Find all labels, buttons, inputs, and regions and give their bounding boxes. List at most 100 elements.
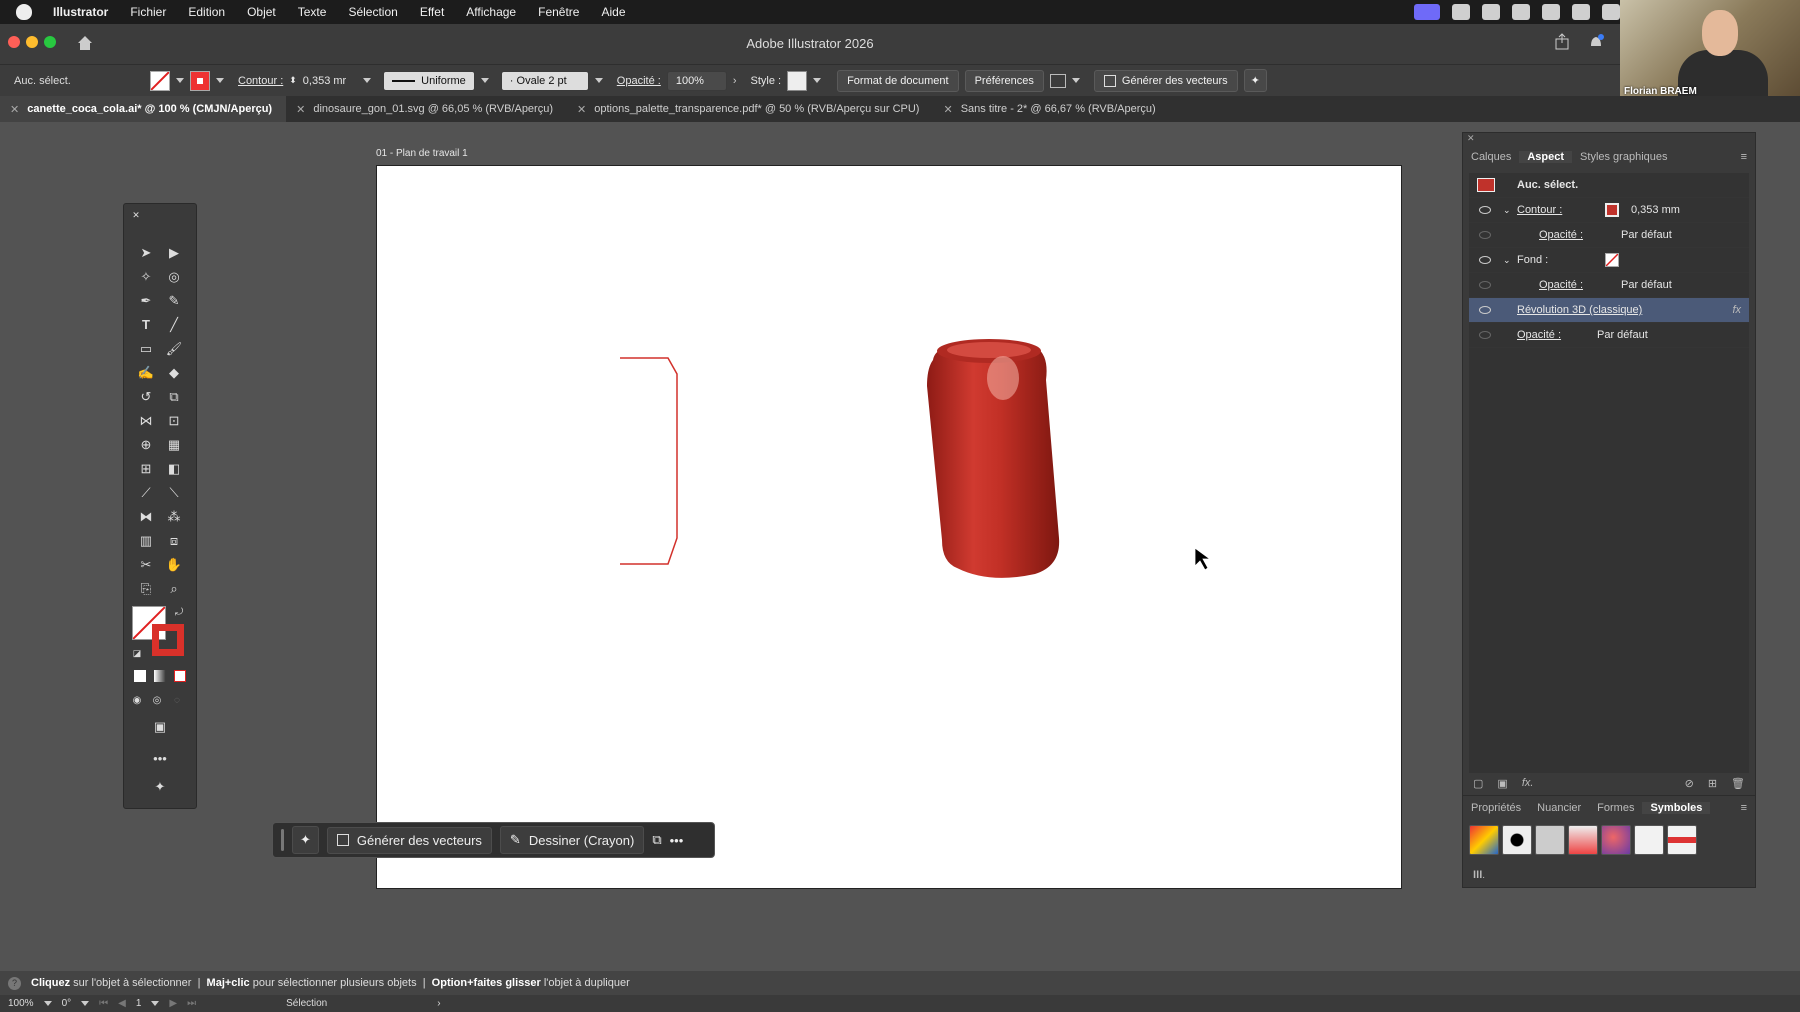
eyedropper-tool-icon[interactable]: ⟋ xyxy=(137,484,155,502)
stroke-weight-input[interactable]: 0,353 mr xyxy=(303,75,357,87)
clear-appearance-icon[interactable]: ⊘ xyxy=(1685,777,1694,790)
tab-formes[interactable]: Formes xyxy=(1589,802,1642,814)
symbol-banner[interactable] xyxy=(1535,825,1565,855)
direct-selection-tool-icon[interactable]: ▶ xyxy=(165,244,183,262)
status-icon[interactable] xyxy=(1452,4,1470,20)
clock-icon[interactable] xyxy=(1572,4,1590,20)
chevron-down-icon[interactable]: ⌄ xyxy=(1503,205,1511,216)
bluetooth-icon[interactable] xyxy=(1602,4,1620,20)
color-mode-icon[interactable] xyxy=(134,670,146,682)
swap-colors-icon[interactable]: ⤾ xyxy=(170,604,188,622)
close-tab-icon[interactable]: ✕ xyxy=(943,103,952,116)
perspective-grid-tool-icon[interactable]: ▦ xyxy=(165,436,183,454)
close-panel-icon[interactable]: ✕ xyxy=(127,206,145,224)
new-fill-icon[interactable]: ▣ xyxy=(1497,777,1507,790)
mesh-tool-icon[interactable]: ⊞ xyxy=(137,460,155,478)
stroke-label[interactable]: Contour : xyxy=(238,75,283,87)
generate-vectors-button[interactable]: Générer des vecteurs xyxy=(1093,69,1238,92)
menu-affichage[interactable]: Affichage xyxy=(455,5,527,19)
draw-behind-icon[interactable]: ◎ xyxy=(148,692,166,710)
brush-dropdown-icon[interactable] xyxy=(594,78,603,83)
style-swatch[interactable] xyxy=(787,70,808,91)
paintbrush-tool-icon[interactable]: 🖌 xyxy=(165,340,183,358)
chevron-down-icon[interactable]: ⌄ xyxy=(1503,255,1511,266)
artboard[interactable] xyxy=(376,165,1402,889)
gradient-mode-icon[interactable] xyxy=(154,670,166,682)
opacity-label[interactable]: Opacité : xyxy=(617,75,661,87)
menu-fichier[interactable]: Fichier xyxy=(119,5,177,19)
artboard-dropdown-icon[interactable] xyxy=(151,1001,160,1006)
generative-ai-icon[interactable]: ✦ xyxy=(151,778,169,796)
selection-tool-icon[interactable]: ➤ xyxy=(137,244,155,262)
effect-label[interactable]: Révolution 3D (classique) xyxy=(1517,304,1642,316)
tab-canette[interactable]: ✕ canette_coca_cola.ai* @ 100 % (CMJN/Ape… xyxy=(0,96,287,122)
align-icon[interactable] xyxy=(1049,73,1066,88)
menu-fenetre[interactable]: Fenêtre xyxy=(527,5,590,19)
print-tiling-tool-icon[interactable]: ⎘ xyxy=(137,580,155,598)
scale-tool-icon[interactable]: ⧉ xyxy=(165,388,183,406)
menu-selection[interactable]: Sélection xyxy=(337,5,408,19)
curvature-tool-icon[interactable]: ✎ xyxy=(165,292,183,310)
artboard-number-field[interactable]: 1 xyxy=(136,998,142,1009)
rotation-dropdown-icon[interactable] xyxy=(81,1001,90,1006)
symbol-splat[interactable] xyxy=(1502,825,1532,855)
close-tab-icon[interactable]: ✕ xyxy=(10,103,19,116)
duplicate-item-icon[interactable]: ⊞ xyxy=(1708,777,1717,790)
menu-edition[interactable]: Edition xyxy=(177,5,236,19)
pin-icon[interactable]: ✦ xyxy=(1243,69,1267,92)
more-tools-icon[interactable]: ••• xyxy=(151,750,169,768)
stroke-row-label[interactable]: Contour : xyxy=(1517,204,1562,216)
shaper-tool-icon[interactable]: ✍ xyxy=(137,364,155,382)
shape-builder-tool-icon[interactable]: ⊕ xyxy=(137,436,155,454)
stroke-dropdown-icon[interactable] xyxy=(216,78,224,83)
stroke-opacity-row[interactable]: Opacité : Par défaut xyxy=(1469,223,1749,248)
panel-menu-icon[interactable]: ≡ xyxy=(1741,802,1755,814)
default-colors-icon[interactable]: ◪ xyxy=(128,644,146,662)
symbol-cube[interactable] xyxy=(1469,825,1499,855)
fill-opacity-row[interactable]: Opacité : Par défaut xyxy=(1469,273,1749,298)
opacity-row[interactable]: Opacité : Par défaut xyxy=(1469,323,1749,348)
symbol-sprayer-tool-icon[interactable]: ⁂ xyxy=(165,508,183,526)
sparkle-icon[interactable] xyxy=(1542,4,1560,20)
stroke-swatch[interactable] xyxy=(190,70,210,91)
symbol-lines[interactable] xyxy=(1634,825,1664,855)
tab-calques[interactable]: Calques xyxy=(1463,151,1519,163)
eye-icon[interactable] xyxy=(1479,331,1491,339)
menu-app[interactable]: Illustrator xyxy=(42,5,119,19)
fill-dropdown-icon[interactable] xyxy=(176,78,184,83)
fill-opacity-label[interactable]: Opacité : xyxy=(1539,279,1583,291)
style-dropdown-icon[interactable] xyxy=(813,78,822,83)
stroke-stepper-icon[interactable]: ⬍ xyxy=(289,75,297,86)
prev-artboard-icon[interactable]: ◀ xyxy=(118,998,126,1009)
rectangle-tool-icon[interactable]: ▭ xyxy=(137,340,155,358)
close-tab-icon[interactable]: ✕ xyxy=(296,103,305,116)
eye-icon[interactable] xyxy=(1479,306,1491,314)
stroke-weight-dropdown-icon[interactable] xyxy=(362,78,371,83)
bell-icon[interactable] xyxy=(1587,33,1605,51)
fill-swatch[interactable] xyxy=(150,70,170,91)
more-options-icon[interactable]: ••• xyxy=(670,833,684,848)
symbol-fox[interactable] xyxy=(1568,825,1598,855)
tab-sans-titre[interactable]: ✕ Sans titre - 2* @ 66,67 % (RVB/Aperçu) xyxy=(933,96,1169,122)
gradient-tool-icon[interactable]: ◧ xyxy=(165,460,183,478)
brush-select[interactable]: · Ovale 2 pt xyxy=(500,70,589,91)
fill-row[interactable]: ⌄ Fond : xyxy=(1469,248,1749,273)
menu-aide[interactable]: Aide xyxy=(590,5,636,19)
ctx-draw-pencil-button[interactable]: ✎ Dessiner (Crayon) xyxy=(499,826,645,854)
creative-cloud-icon[interactable] xyxy=(1482,4,1500,20)
status-menu-icon[interactable]: › xyxy=(437,998,440,1009)
eye-icon[interactable] xyxy=(1479,206,1491,214)
fill-none-swatch[interactable] xyxy=(1605,253,1619,267)
slice-tool-icon[interactable]: ✂ xyxy=(137,556,155,574)
apple-icon[interactable] xyxy=(16,4,32,20)
opacity-row-label[interactable]: Opacité : xyxy=(1517,329,1561,341)
chevron-right-icon[interactable]: › xyxy=(733,75,737,87)
close-panel-icon[interactable]: ✕ xyxy=(1463,133,1755,145)
pen-tool-icon[interactable]: ✒ xyxy=(137,292,155,310)
toolbox-panel[interactable]: ✕ ➤ ▶ ✧ ◎ ✒ ✎ T ╱ ▭ 🖌 ✍ ◆ ↺ ⧉ ⋈ ⊡ ⊕ ▦ ⊞ … xyxy=(123,203,197,809)
eye-icon[interactable] xyxy=(1479,256,1491,264)
drag-handle[interactable] xyxy=(281,829,284,851)
eraser-tool-icon[interactable]: ◆ xyxy=(165,364,183,382)
draw-inside-icon[interactable]: ◌ xyxy=(168,692,186,710)
stroke-row[interactable]: ⌄ Contour : 0,353 mm xyxy=(1469,198,1749,223)
